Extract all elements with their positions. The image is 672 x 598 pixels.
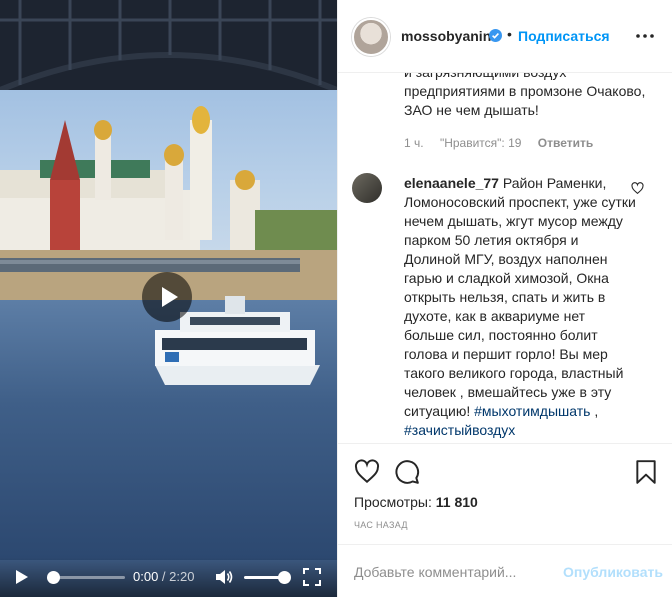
time-separator: / [158,569,170,584]
video-play-overlay-button[interactable] [142,272,192,322]
duration: 2:20 [169,569,195,584]
views-count[interactable]: Просмотры: 11 810 [354,494,478,510]
more-options-icon[interactable] [633,26,657,46]
verified-badge-icon [489,29,502,42]
kremlin-scene [0,106,337,300]
views-label: Просмотры: [354,494,436,510]
heart-icon[interactable] [354,459,380,485]
hashtag-separator: , [590,403,599,419]
comment-username[interactable]: elenaanele_77 [404,175,499,191]
comment-body: Район Раменки, Ломоносовский проспект, у… [404,175,636,419]
volume-icon[interactable] [214,567,234,587]
comment-icon[interactable] [394,459,420,485]
fullscreen-icon[interactable] [303,568,321,586]
post-timestamp[interactable]: ЧАС НАЗАД [354,520,408,530]
video-player[interactable]: 0:00 / 2:20 [0,0,337,597]
current-time: 0:00 [133,569,159,584]
post-panel: mossobyanin • Подписаться и загрязняющим… [337,0,672,597]
username[interactable]: mossobyanin [401,28,491,44]
comment-meta: 1 ч. "Нравится": 19 Ответить [404,136,606,150]
header-dot: • [507,26,512,42]
comment-text: elenaanele_77 Район Раменки, Ломоносовск… [404,174,636,440]
play-icon[interactable] [14,569,30,585]
comment-time: 1 ч. [404,136,424,150]
avatar[interactable] [352,18,390,56]
volume-thumb[interactable] [278,571,291,584]
comment-like-heart-icon[interactable] [631,182,644,195]
time-display: 0:00 / 2:20 [133,569,194,584]
views-value: 11 810 [435,494,478,510]
publish-button[interactable]: Опубликовать [563,564,663,580]
hashtag-link[interactable]: #зачистыйвоздух [404,422,515,438]
reply-button[interactable]: Ответить [538,136,593,150]
add-comment-bar: Опубликовать [338,544,672,598]
progress-thumb[interactable] [47,571,60,584]
comment-likes[interactable]: "Нравится": 19 [440,136,522,150]
bridge-structure [0,0,337,90]
video-controls: 0:00 / 2:20 [0,557,337,597]
post-header: mossobyanin • Подписаться [338,0,672,73]
follow-button[interactable]: Подписаться [518,28,610,44]
comment-input[interactable] [354,561,544,583]
bookmark-icon[interactable] [633,459,659,485]
comment-text: и загрязняющими воздух предприятиями в п… [404,73,646,118]
hashtag-link[interactable]: #мыхотимдышать [474,403,590,419]
comments-list[interactable]: и загрязняющими воздух предприятиями в п… [338,73,672,443]
post-actions: Просмотры: 11 810 ЧАС НАЗАД [338,443,672,544]
comment-avatar[interactable] [352,173,382,203]
progress-track[interactable] [50,576,125,579]
